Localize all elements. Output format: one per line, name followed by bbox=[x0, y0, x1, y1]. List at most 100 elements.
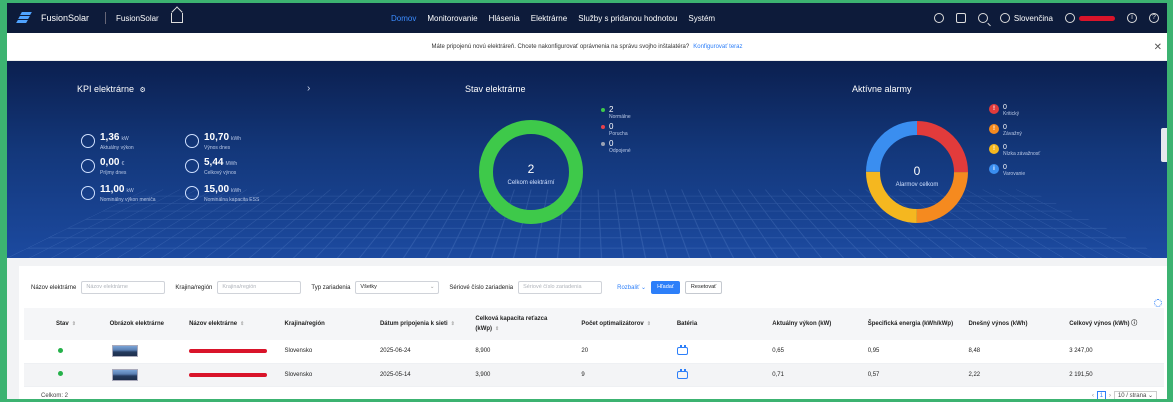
battery-icon[interactable] bbox=[676, 345, 688, 356]
status-online-icon bbox=[58, 371, 63, 376]
alarm-minor[interactable]: ! 0 Nízka závažnosť bbox=[989, 144, 1040, 157]
col-current-power[interactable]: Aktuálny výkon (kW) bbox=[766, 308, 862, 340]
filter-bar: Názov elektrárne Názov elektrárne Krajin… bbox=[31, 281, 723, 294]
language-selector[interactable]: Slovenčina bbox=[999, 13, 1053, 23]
side-panel-handle[interactable] bbox=[1161, 128, 1167, 162]
page-number-button[interactable]: 1 bbox=[1096, 391, 1106, 399]
alarm-major[interactable]: ! 0 Závažný bbox=[989, 124, 1022, 137]
column-settings-gear-icon[interactable] bbox=[1154, 299, 1162, 307]
pagination: ‹ 1 › 10 / strana ⌄ bbox=[1092, 391, 1157, 399]
table-row[interactable]: Slovensko 2025-06-24 8,900 20 0,65 0,95 … bbox=[24, 340, 1164, 364]
nav-item-hlasenia[interactable]: Hlásenia bbox=[489, 14, 520, 23]
battery-icon[interactable] bbox=[676, 368, 688, 379]
globe-icon bbox=[999, 13, 1010, 23]
col-region[interactable]: Krajina/región bbox=[278, 308, 374, 340]
nav-item-domov[interactable]: Domov bbox=[391, 14, 416, 23]
alarm-warning[interactable]: i 0 Varovanie bbox=[989, 164, 1025, 177]
col-status[interactable]: Stav ⇕ bbox=[24, 308, 88, 340]
col-optimizers[interactable]: Počet optimalizátorov ⇕ bbox=[575, 308, 671, 340]
expand-filters-button[interactable]: Rozbaliť ⌄ bbox=[617, 284, 646, 291]
chevron-right-icon[interactable]: › bbox=[307, 83, 310, 94]
brand[interactable]: FusionSolar bbox=[16, 12, 90, 24]
home-icon[interactable] bbox=[170, 13, 183, 23]
image-cell bbox=[87, 340, 184, 364]
kpi-unit: MWh bbox=[225, 161, 238, 167]
capacity-cell: 8,900 bbox=[469, 340, 576, 364]
page-size-select[interactable]: 10 / strana ⌄ bbox=[1113, 391, 1157, 399]
plant-status-legend: 2 Normálne 0 Porucha 0 Odpojené bbox=[601, 105, 631, 156]
type-filter-label: Typ zariadenia bbox=[311, 284, 351, 291]
nav-item-sluzby[interactable]: Služby s pridanou hodnotou bbox=[578, 14, 677, 23]
alarm-critical[interactable]: ! 0 Kritický bbox=[989, 104, 1019, 117]
total-count: Celkom: 2 bbox=[41, 393, 69, 399]
donut-total: 2 bbox=[528, 162, 535, 176]
col-specific-energy[interactable]: Špecifická energia (kWh/kWp) bbox=[861, 308, 963, 340]
prev-page-button[interactable]: ‹ bbox=[1092, 393, 1094, 399]
col-total-yield[interactable]: Celkový výnos (kWh) ⓘ bbox=[1063, 308, 1164, 340]
legend-label: Odpojené bbox=[609, 148, 631, 154]
plant-thumbnail[interactable] bbox=[111, 368, 138, 381]
nav-item-elektrarne[interactable]: Elektrárne bbox=[531, 14, 567, 23]
user-menu[interactable] bbox=[1065, 13, 1115, 23]
col-yield-today[interactable]: Dnešný výnos (kWh) bbox=[962, 308, 1064, 340]
plant-status-donut: 2 Celkom elektrární bbox=[479, 120, 583, 224]
nav-item-system[interactable]: Systém bbox=[688, 14, 715, 23]
major-alarm-icon: ! bbox=[989, 124, 999, 134]
plant-name-input[interactable]: Názov elektrárne bbox=[81, 281, 166, 294]
region-input[interactable]: Krajina/región bbox=[217, 281, 302, 294]
yield-today-cell: 2,22 bbox=[962, 363, 1064, 387]
col-grid-date[interactable]: Dátum pripojenia k sieti ⇕ bbox=[373, 308, 470, 340]
kpi-value: 1,36 bbox=[100, 132, 120, 143]
green-dot-icon bbox=[601, 108, 605, 112]
configure-now-link[interactable]: Konfigurovať teraz bbox=[693, 44, 742, 50]
battery-cell bbox=[670, 363, 767, 387]
help-icon[interactable]: ⓘ bbox=[1131, 321, 1137, 327]
alarm-label: Varovanie bbox=[1003, 171, 1026, 177]
search-button[interactable]: Hľadať bbox=[651, 281, 680, 294]
help-icon[interactable]: ? bbox=[1149, 13, 1159, 23]
name-cell[interactable] bbox=[183, 363, 279, 387]
specific-energy-cell: 0,57 bbox=[861, 363, 963, 387]
critical-alarm-icon: ! bbox=[989, 104, 999, 114]
alarm-value: 0 bbox=[1003, 104, 1007, 111]
brand-name: FusionSolar bbox=[41, 13, 90, 23]
legend-label: Normálne bbox=[609, 114, 631, 120]
close-icon[interactable]: ✕ bbox=[1154, 42, 1162, 53]
reset-button[interactable]: Resetovať bbox=[684, 281, 723, 294]
next-page-button[interactable]: › bbox=[1109, 393, 1111, 399]
info-icon[interactable]: i bbox=[1127, 13, 1137, 23]
serial-number-input[interactable]: Sériové číslo zariadenia bbox=[518, 281, 603, 294]
col-name[interactable]: Názov elektrárne ⇕ bbox=[183, 308, 279, 340]
minor-alarm-icon: ! bbox=[989, 144, 999, 154]
app-window: FusionSolar FusionSolar Domov Monitorova… bbox=[7, 3, 1167, 399]
calendar-icon[interactable] bbox=[955, 13, 966, 23]
name-cell[interactable] bbox=[183, 340, 279, 364]
expand-label: Rozbaliť bbox=[617, 285, 640, 291]
chevron-down-icon: ⌄ bbox=[429, 284, 435, 290]
page-size-value: 10 / strana bbox=[1117, 393, 1147, 399]
alarms-total: 0 bbox=[914, 164, 921, 178]
date-cell: 2025-06-24 bbox=[373, 340, 470, 364]
brand-sub[interactable]: FusionSolar bbox=[116, 14, 159, 23]
main-menu: Domov Monitorovanie Hlásenia Elektrárne … bbox=[391, 3, 715, 33]
col-string-capacity[interactable]: Celková kapacita reťazca (kWp) ⇕ bbox=[469, 308, 576, 340]
plant-thumbnail[interactable] bbox=[111, 345, 138, 358]
date-cell: 2025-05-14 bbox=[373, 363, 470, 387]
kpi-label: Výnos dnes bbox=[204, 145, 231, 151]
nav-item-monitorovanie[interactable]: Monitorovanie bbox=[427, 14, 477, 23]
legend-value: 2 bbox=[609, 105, 614, 114]
chat-icon[interactable] bbox=[933, 13, 944, 23]
alarms-total-label: Alarmov celkom bbox=[896, 182, 939, 188]
kpi-title: KPI elektrárne ⚙ bbox=[77, 84, 146, 94]
donut-total-label: Celkom elektrární bbox=[507, 180, 554, 186]
settings-icon[interactable]: ⚙ bbox=[140, 87, 146, 94]
search-icon[interactable] bbox=[977, 13, 988, 23]
table-row[interactable]: Slovensko 2025-05-14 3,900 9 0,71 0,57 2… bbox=[24, 363, 1164, 387]
device-type-select[interactable]: Všetky ⌄ bbox=[355, 281, 440, 294]
language-label: Slovenčina bbox=[1013, 13, 1053, 23]
kpi-unit: kWh bbox=[231, 188, 242, 194]
kpi-label: Nominálna kapacita ESS bbox=[204, 197, 260, 203]
kpi-value: 11,00 bbox=[100, 184, 125, 195]
col-battery: Batéria bbox=[670, 308, 767, 340]
kpi-label: Aktuálny výkon bbox=[100, 145, 134, 151]
